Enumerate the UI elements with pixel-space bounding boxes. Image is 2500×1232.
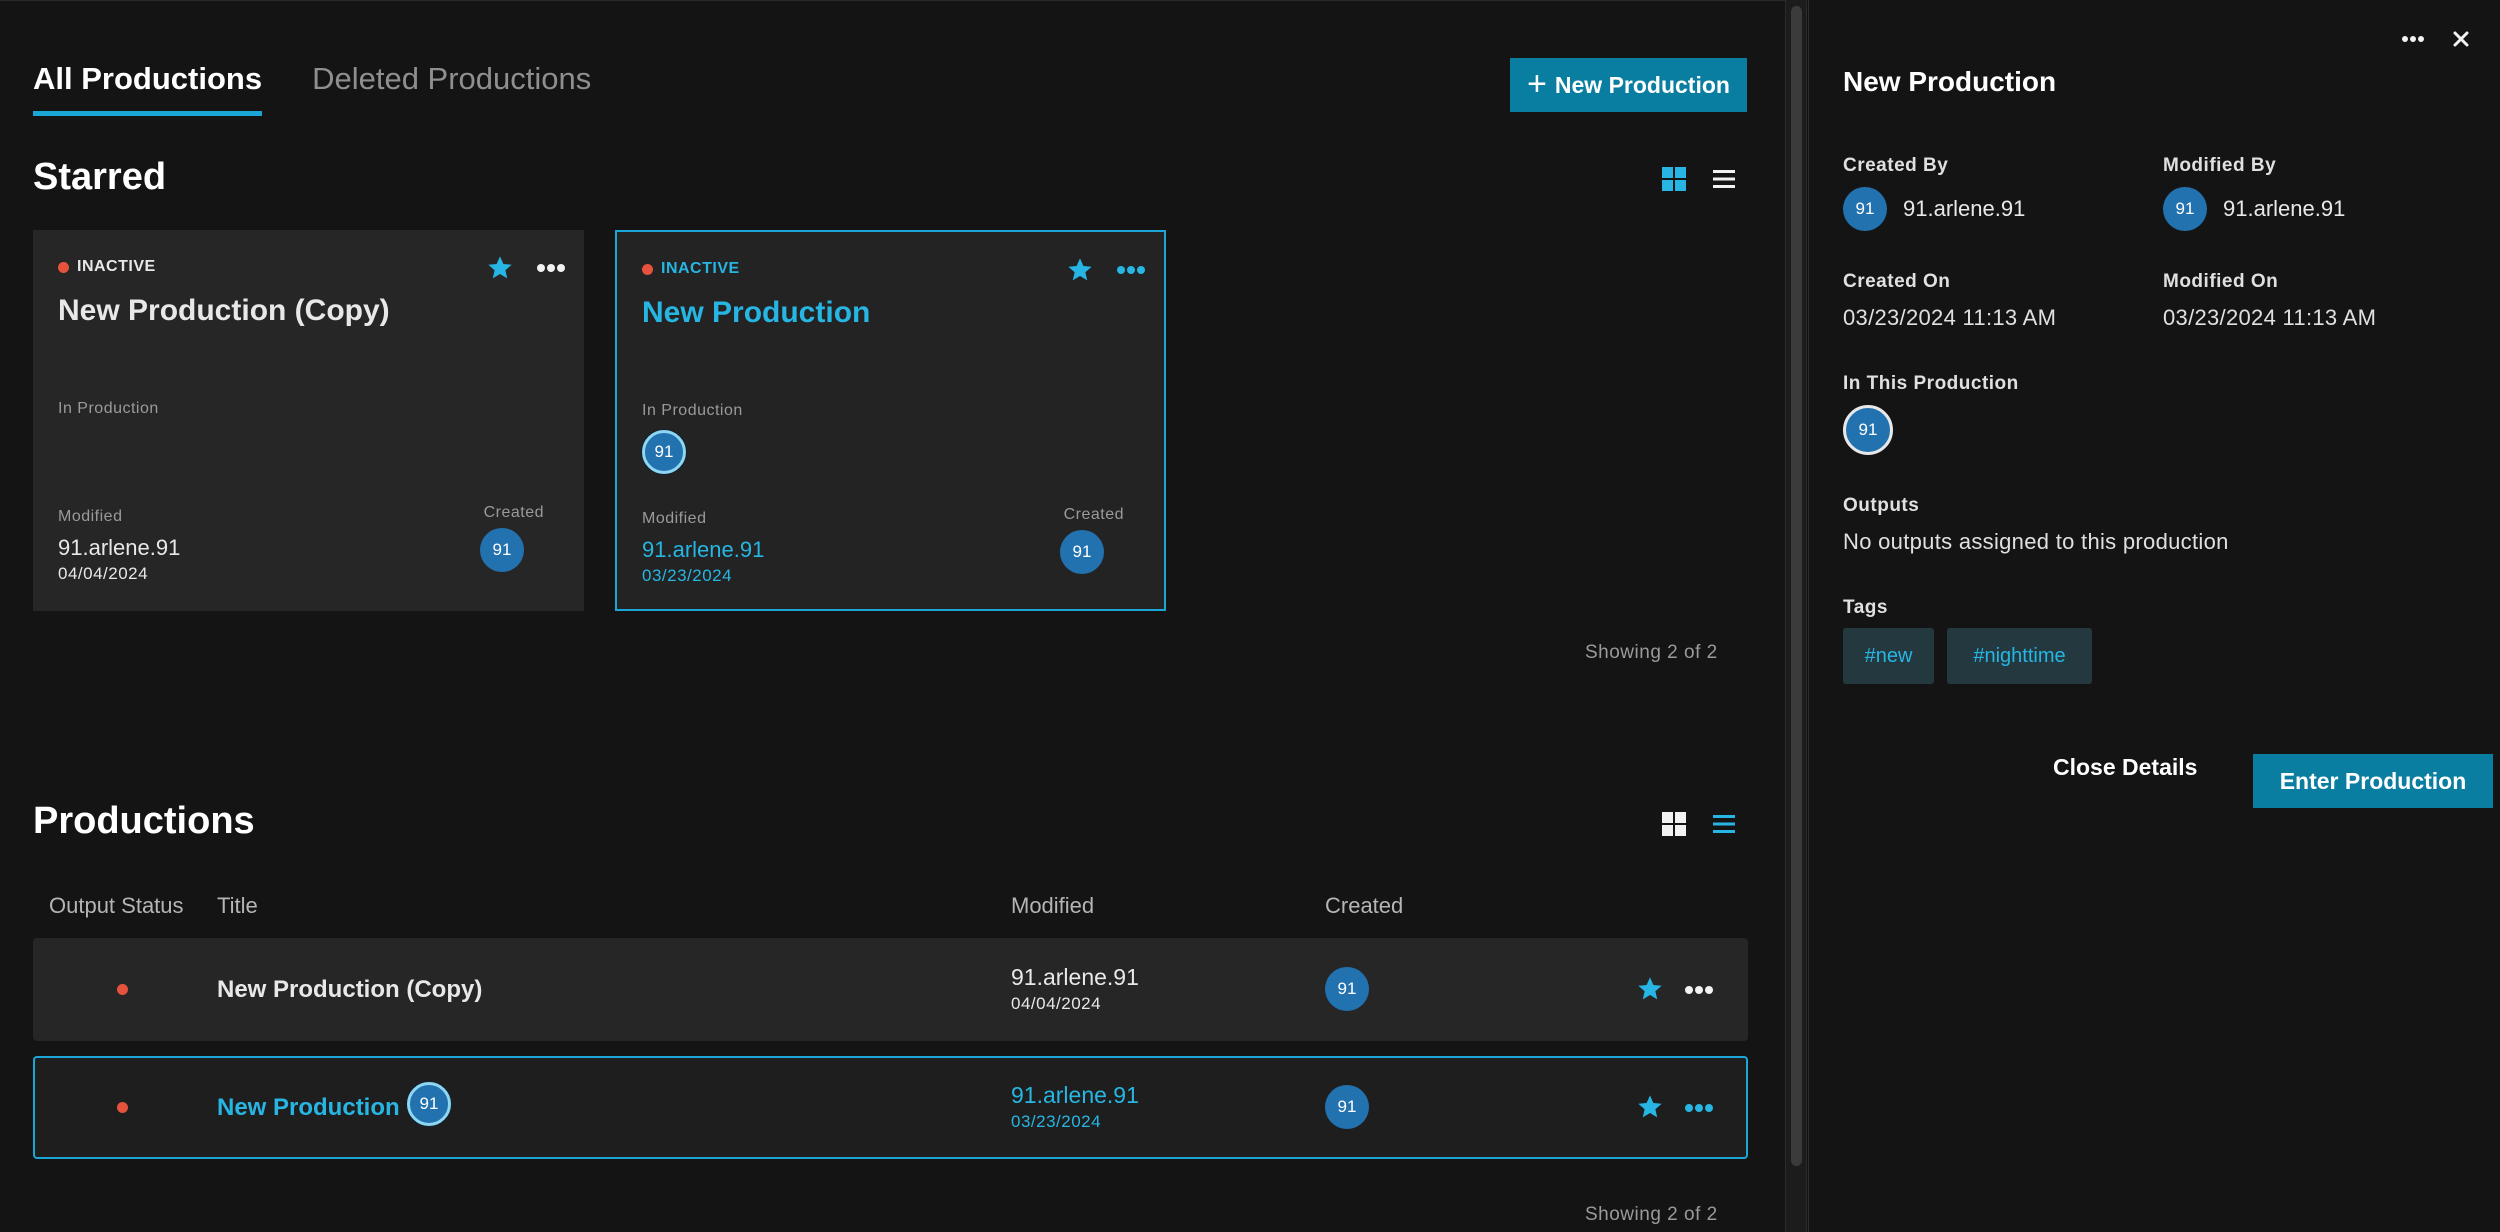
more-options-icon[interactable] [536,262,566,274]
close-details-button[interactable]: Close Details [2053,754,2197,781]
tab-deleted-productions[interactable]: Deleted Productions [312,61,591,116]
row-modified-by: 91.arlene.91 [1011,1082,1139,1108]
modifier-avatar: 91 [2163,187,2207,231]
more-options-icon[interactable] [1116,264,1146,276]
details-title: New Production [1843,66,2057,97]
outputs-label: Outputs [1843,495,1920,516]
grid-view-icon[interactable] [1660,810,1688,838]
created-by-name: 91.arlene.91 [1903,196,2026,221]
modified-by-label: Modified By [2163,155,2277,176]
new-production-button[interactable]: + New Production [1510,58,1747,112]
starred-title: Starred [33,156,167,198]
more-options-icon[interactable] [2402,35,2424,43]
table-row-selected[interactable]: New Production 91 91.arlene.91 03/23/202… [33,1056,1748,1159]
creator-avatar: 91 [1843,187,1887,231]
column-modified[interactable]: Modified [1011,893,1094,919]
row-creator-avatar: 91 [1325,1085,1369,1129]
in-this-production-label: In This Production [1843,373,2019,394]
tags-label: Tags [1843,597,1888,618]
productions-showing-count: Showing 2 of 2 [1585,1204,1718,1225]
more-options-icon[interactable] [1684,984,1714,996]
modified-on-label: Modified On [2163,271,2279,292]
status-text: INACTIVE [77,258,156,275]
grid-view-icon[interactable] [1660,165,1688,193]
row-title: New Production [217,1094,400,1121]
star-icon[interactable] [1636,1093,1664,1121]
status-badge: INACTIVE [58,258,156,276]
modified-date: 03/23/2024 [642,566,733,585]
member-avatar: 91 [642,430,686,474]
member-avatar: 91 [1843,405,1893,455]
plus-icon: + [1527,64,1547,103]
productions-view-toggle [1660,810,1738,838]
in-production-label: In Production [58,400,159,417]
row-title: New Production (Copy) [217,976,483,1003]
creator-avatar: 91 [480,528,524,572]
star-icon[interactable] [486,254,514,282]
new-production-label: New Production [1554,71,1730,98]
modified-label: Modified [58,508,123,525]
modified-by: 91.arlene.91 [58,535,181,560]
modified-label: Modified [642,510,707,527]
panel-actions [2402,30,2470,48]
column-created[interactable]: Created [1325,893,1403,919]
modified-by: 91.arlene.91 [642,537,765,562]
modified-on-value: 03/23/2024 11:13 AM [2163,305,2377,330]
column-output-status[interactable]: Output Status [49,893,184,919]
created-by-user: 91 91.arlene.91 [1843,187,2025,231]
starred-view-toggle [1660,165,1738,193]
productions-main: All Productions Deleted Productions + Ne… [0,0,1785,1232]
created-by-label: Created By [1843,155,1949,176]
column-title[interactable]: Title [217,893,258,919]
created-on-value: 03/23/2024 11:13 AM [1843,305,2057,330]
scrollbar-thumb[interactable] [1791,6,1802,1166]
scrollbar[interactable] [1785,0,1807,1232]
status-badge: INACTIVE [642,260,740,278]
more-options-icon[interactable] [1684,1102,1714,1114]
modified-by-user: 91 91.arlene.91 [2163,187,2345,231]
list-view-icon[interactable] [1710,810,1738,838]
in-production-label: In Production [642,402,743,419]
creator-avatar: 91 [1060,530,1104,574]
inactive-status-dot [642,263,653,275]
enter-production-button[interactable]: Enter Production [2253,754,2493,808]
starred-showing-count: Showing 2 of 2 [1585,642,1718,663]
production-card-selected[interactable]: INACTIVE New Production In Production 91… [615,230,1166,611]
row-modified-date: 04/04/2024 [1011,994,1102,1013]
table-row[interactable]: New Production (Copy) 91.arlene.91 04/04… [33,938,1748,1041]
inactive-status-dot [58,261,69,273]
status-text: INACTIVE [661,260,740,277]
productions-title: Productions [33,800,255,842]
tab-all-productions[interactable]: All Productions [33,61,263,116]
table-header: Output Status Title Modified Created [33,893,1748,923]
close-icon[interactable] [2452,30,2470,48]
row-modified-by: 91.arlene.91 [1011,964,1139,990]
row-modified-date: 03/23/2024 [1011,1112,1102,1131]
outputs-value: No outputs assigned to this production [1843,529,2229,554]
member-avatar: 91 [407,1082,451,1126]
production-tabs: All Productions Deleted Productions [33,61,591,116]
star-icon[interactable] [1066,256,1094,284]
created-on-label: Created On [1843,271,1951,292]
star-icon[interactable] [1636,975,1664,1003]
inactive-status-dot [117,1102,128,1113]
inactive-status-dot [117,984,128,995]
created-label: Created [1063,506,1124,523]
modified-by-name: 91.arlene.91 [2223,196,2346,221]
card-title: New Production (Copy) [58,294,390,327]
row-creator-avatar: 91 [1325,967,1369,1011]
details-panel: New Production Created By 91 91.arlene.9… [1808,0,2500,1232]
production-card[interactable]: INACTIVE New Production (Copy) In Produc… [33,230,584,611]
card-title: New Production [642,296,871,329]
created-label: Created [483,504,544,521]
modified-date: 04/04/2024 [58,564,149,583]
list-view-icon[interactable] [1710,165,1738,193]
tag-new[interactable]: #new [1843,628,1934,684]
tag-nighttime[interactable]: #nighttime [1947,628,2092,684]
